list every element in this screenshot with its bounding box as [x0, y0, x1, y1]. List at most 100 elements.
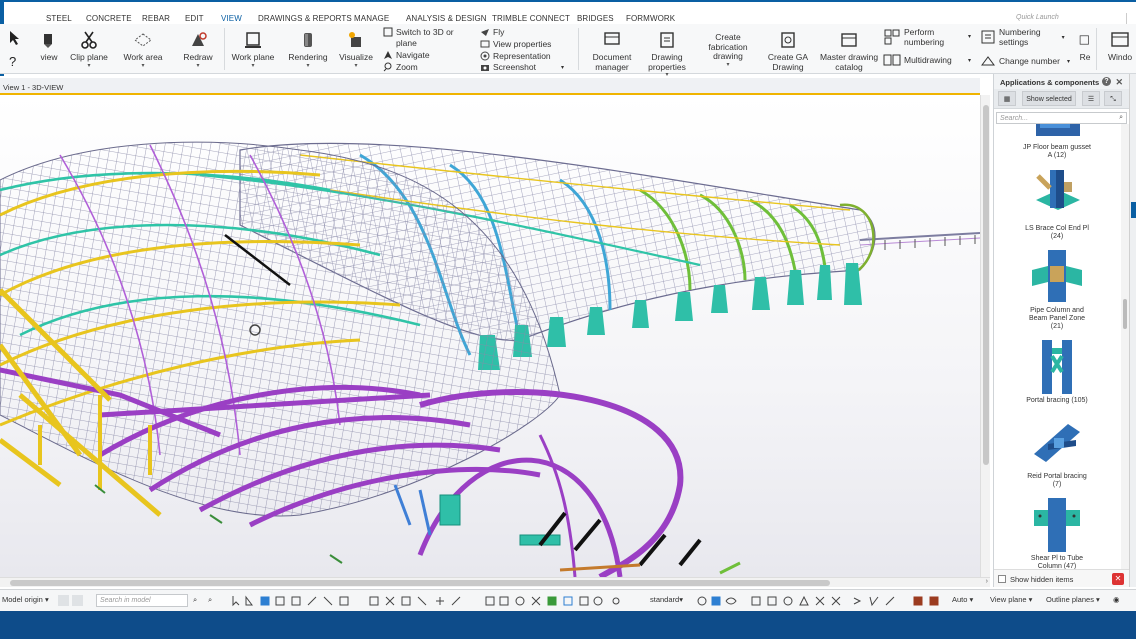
navigate-button[interactable]: Navigate [383, 50, 430, 60]
master-drawing-catalog-button[interactable]: Master drawing catalog [818, 24, 880, 72]
view-properties-button[interactable]: View properties [480, 39, 551, 49]
tab-steel[interactable]: STEEL [46, 14, 72, 23]
tab-trimble-connect[interactable]: TRIMBLE CONNECT [492, 14, 570, 23]
component-item[interactable]: Pipe Column and Beam Panel Zone (21) [994, 248, 1120, 331]
view-properties-icon [480, 40, 490, 48]
tab-analysis-design[interactable]: ANALYSIS & DESIGN [406, 14, 487, 23]
show-hidden-items-checkbox[interactable]: Show hidden items ✕ [994, 569, 1130, 587]
component-thumbnail [1034, 424, 1080, 462]
tab-rebar[interactable]: REBAR [142, 14, 170, 23]
model-origin-dropdown[interactable]: Model origin ▾ [2, 595, 49, 604]
component-item[interactable]: JP Floor beam gusset A (12) [994, 124, 1120, 160]
catalog-icon [841, 33, 857, 47]
view-icon [44, 34, 52, 48]
tab-edit[interactable]: EDIT [185, 14, 204, 23]
redraw-icon [192, 32, 207, 46]
select-tool[interactable]: ? [6, 28, 28, 71]
selection-switches[interactable] [230, 595, 640, 607]
create-ga-drawing-button[interactable]: Create GA Drawing [764, 24, 812, 72]
fly-button[interactable]: Fly [480, 27, 504, 37]
steel-structure-model [0, 141, 980, 577]
change-number-dropdown[interactable]: ▾ [968, 57, 971, 64]
standard-dropdown[interactable]: standard▾ [650, 595, 683, 604]
multidrawing-button[interactable]: Multidrawing [883, 53, 952, 67]
delete-icon[interactable]: ✕ [1112, 573, 1124, 585]
viewport-horizontal-scrollbar[interactable]: › [0, 577, 990, 587]
visualize-icon [349, 32, 361, 47]
drawing-properties-icon [660, 32, 674, 48]
component-item[interactable]: Reid Portal bracing (7) [994, 414, 1120, 489]
change-number-button[interactable]: Change number ▾ [980, 55, 1070, 67]
work-area-button[interactable]: Work area ▾ [121, 24, 165, 69]
close-icon[interactable]: ✕ [1115, 77, 1123, 88]
snap-point-switches[interactable] [750, 595, 945, 607]
panel-search-input[interactable]: Search... ⌕ [996, 112, 1127, 124]
visualize-button[interactable]: Visualize ▾ [336, 24, 376, 69]
ribbon [0, 24, 1136, 74]
work-plane-icon [245, 32, 261, 48]
viewport-vertical-scrollbar[interactable] [980, 95, 990, 577]
re-icon [1079, 35, 1089, 45]
panel-scrollbar[interactable] [1121, 124, 1129, 570]
origin-icon[interactable] [58, 595, 69, 606]
tab-bridges[interactable]: BRIDGES [577, 14, 614, 23]
side-tab[interactable] [1131, 202, 1136, 218]
snap-switches[interactable] [696, 595, 742, 607]
zoom-search-icon[interactable]: ⌕ [208, 595, 212, 605]
show-selected-button[interactable]: Show selected [1022, 91, 1076, 106]
zoom-button[interactable]: Zoom [383, 62, 418, 72]
visibility-icon[interactable]: ◉ [1113, 595, 1120, 604]
numbering-dropdown[interactable]: ▾ [968, 33, 971, 40]
collapse-icon[interactable]: ⤡ [1104, 91, 1122, 106]
numbering-settings-button[interactable]: Numbering settings ▾ [980, 27, 1065, 47]
scissors-icon [81, 31, 97, 49]
navigate-icon [384, 51, 392, 59]
component-item[interactable]: Portal bracing (105) [994, 338, 1120, 405]
outline-planes-dropdown[interactable]: Outline planes ▾ [1046, 595, 1100, 604]
perform-numbering-button[interactable]: Perform numbering [883, 27, 944, 47]
ga-drawing-icon [781, 32, 795, 48]
representation-icon [480, 51, 490, 61]
search-icon: ⌕ [1119, 114, 1123, 121]
rendering-button[interactable]: Rendering ▾ [286, 24, 330, 69]
tab-formwork[interactable]: FORMWORK [626, 14, 675, 23]
status-toolbar: Model origin ▾ Search in model ⌕ ⌕ stand… [0, 589, 1136, 611]
change-number-icon [981, 56, 995, 66]
tab-manage[interactable]: MANAGE [354, 14, 389, 23]
settings-icon [981, 30, 995, 44]
pointer-icon: ? [9, 31, 19, 69]
redraw-button[interactable]: Redraw ▾ [178, 24, 218, 69]
representation-button[interactable]: Representation [480, 51, 551, 61]
component-list: JP Floor beam gusset A (12) LS Brace Col… [994, 124, 1120, 570]
work-plane-button[interactable]: Work plane ▾ [229, 24, 277, 69]
component-item[interactable]: LS Brace Col End Pl (24) [994, 166, 1120, 241]
component-item[interactable]: Shear Pl to Tube Column (47) [994, 496, 1120, 570]
screenshot-button[interactable]: Screenshot ▾ [480, 62, 564, 72]
clip-plane-button[interactable]: Clip plane ▾ [68, 24, 110, 69]
view-plane-dropdown[interactable]: View plane ▾ [990, 595, 1032, 604]
drawing-properties-button[interactable]: Drawing properties ▾ [644, 24, 690, 78]
view-title: View 1 - 3D-VIEW [0, 78, 980, 95]
create-fabrication-drawing-button[interactable]: Create fabrication drawing ▾ [702, 24, 754, 67]
tab-drawings-reports[interactable]: DRAWINGS & REPORTS [258, 14, 352, 23]
taskbar-footer [0, 611, 1136, 639]
model-viewport[interactable] [0, 95, 980, 577]
re-button[interactable]: Re [1076, 24, 1094, 63]
origin-icon-2[interactable] [72, 595, 83, 606]
grid-view-icon[interactable]: ▦ [998, 91, 1016, 106]
view-button[interactable]: view [36, 24, 62, 63]
search-icon[interactable]: ⌕ [193, 595, 197, 605]
help-icon[interactable]: ? [1102, 77, 1111, 86]
tab-concrete[interactable]: CONCRETE [86, 14, 132, 23]
window-button[interactable]: Windo [1104, 24, 1136, 63]
panel-title: Applications & components [1000, 78, 1100, 87]
checkbox-icon[interactable] [998, 575, 1006, 583]
list-view-icon[interactable]: ☰ [1082, 91, 1100, 106]
switch-3d-button[interactable]: Switch to 3D or [383, 27, 454, 37]
work-area-icon [134, 33, 152, 47]
document-manager-button[interactable]: Document manager [588, 24, 636, 72]
search-model-input[interactable]: Search in model [96, 594, 188, 607]
auto-dropdown[interactable]: Auto ▾ [952, 595, 973, 604]
component-thumbnail [1036, 170, 1080, 210]
component-thumbnail [1032, 250, 1082, 302]
